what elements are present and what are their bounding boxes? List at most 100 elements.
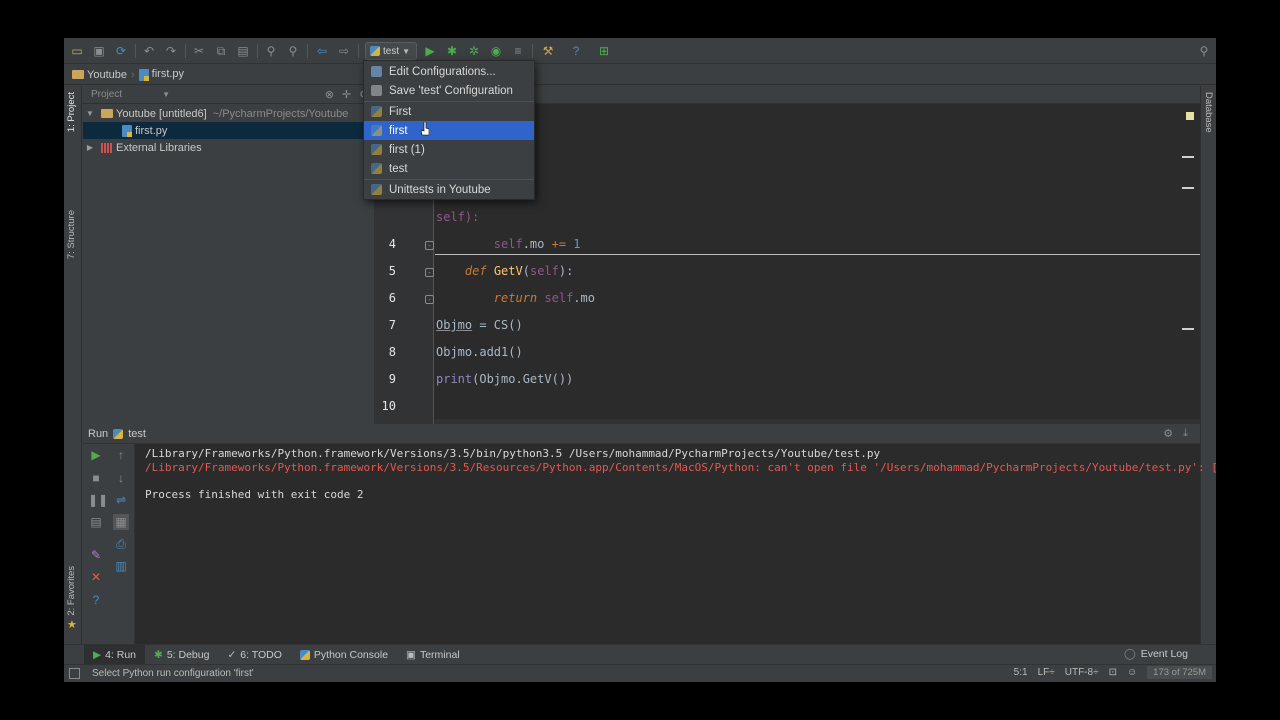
stripe-mark[interactable] (1182, 187, 1194, 189)
line-separator[interactable]: LF÷ (1038, 667, 1055, 678)
debug-icon[interactable]: ✱ (444, 43, 460, 59)
cut-icon[interactable]: ✂ (191, 43, 207, 59)
search-everywhere-icon[interactable]: ⚲ (1196, 43, 1212, 59)
fold-icon[interactable]: - (425, 241, 434, 250)
clear-all-icon[interactable]: ▥ (113, 558, 129, 574)
menu-item-config-test[interactable]: test (364, 159, 534, 178)
status-bar: Select Python run configuration 'first' … (64, 664, 1216, 682)
profile-icon[interactable]: ◉ (488, 43, 504, 59)
memory-indicator[interactable]: 173 of 725M (1147, 666, 1212, 679)
menu-item-edit-configurations[interactable]: Edit Configurations... (364, 62, 534, 81)
save-icon[interactable]: ▣ (91, 43, 107, 59)
project-panel-header: Project ▼ ⊗ ✛ ⚙ (83, 86, 373, 104)
menu-item-config-first-1[interactable]: first (1) (364, 140, 534, 159)
left-tool-stripe: 1: Project 7: Structure 2: Favorites ★ (64, 86, 82, 652)
status-message: Select Python run configuration 'first' (92, 668, 254, 679)
terminal-icon: ▣ (406, 648, 416, 661)
unittest-icon (371, 184, 382, 195)
breadcrumb-file[interactable]: first.py (138, 68, 184, 81)
scroll-down-icon[interactable]: ↓ (113, 470, 129, 486)
edit-config-icon (371, 66, 382, 77)
tab-project[interactable]: 1: Project (66, 92, 77, 132)
settings-icon[interactable]: ⚒ (540, 43, 556, 59)
chevron-down-icon[interactable]: ▼ (162, 90, 170, 99)
scroll-to-end-icon[interactable]: ▦ (113, 514, 129, 530)
tab-structure[interactable]: 7: Structure (66, 210, 77, 259)
breadcrumb-project[interactable]: Youtube (72, 69, 127, 81)
toolbar-separator (307, 44, 308, 58)
code-line-9: print(Objmo.GetV()) (436, 372, 574, 386)
project-root-path: ~/PycharmProjects/Youtube (212, 107, 349, 120)
menu-item-label: Save 'test' Configuration (389, 84, 513, 97)
copy-icon[interactable]: ⧉ (213, 43, 229, 59)
pause-icon[interactable]: ❚❚ (88, 492, 108, 508)
paste-icon[interactable]: ▤ (235, 43, 251, 59)
tab-database[interactable]: Database (1203, 92, 1214, 133)
collapsed-arrow-icon[interactable]: ▶ (83, 143, 97, 152)
open-folder-icon[interactable]: ▭ (69, 43, 85, 59)
stripe-mark[interactable] (1182, 328, 1194, 330)
line-number: 9 (388, 372, 396, 386)
right-tool-stripe: Database (1200, 86, 1216, 652)
stop-icon[interactable]: ■ (88, 470, 104, 486)
tree-row-external-libs[interactable]: ▶ External Libraries (83, 139, 373, 156)
run-panel-config[interactable]: test (128, 428, 146, 440)
bug-icon: ✱ (154, 648, 163, 661)
replace-icon[interactable]: ⚲ (285, 43, 301, 59)
file-encoding[interactable]: UTF-8÷ (1065, 667, 1099, 678)
expand-arrow-icon[interactable]: ▼ (83, 109, 97, 118)
lock-icon[interactable]: ⊡ (1109, 667, 1117, 678)
tab-todo[interactable]: ✓ 6: TODO (218, 645, 290, 665)
help-icon[interactable]: ? (88, 592, 104, 608)
tasks-icon[interactable]: ≡ (510, 43, 526, 59)
tab-python-console[interactable]: Python Console (291, 645, 397, 665)
soft-wrap-icon[interactable]: ⇌ (113, 492, 129, 508)
run-icon[interactable]: ▶ (422, 43, 438, 59)
vcs-icon[interactable]: ⊞ (596, 43, 612, 59)
run-config-selector[interactable]: test ▼ (365, 42, 417, 60)
print-icon[interactable]: ⎙ (113, 536, 129, 552)
help-icon[interactable]: ? (568, 43, 584, 59)
menu-item-label: test (389, 162, 408, 175)
menu-item-config-First[interactable]: First (364, 102, 534, 121)
scroll-up-icon[interactable]: ↑ (113, 447, 129, 463)
tab-run[interactable]: ▶ 4: Run (84, 644, 146, 665)
gear-icon[interactable]: ⚙ (1163, 427, 1173, 440)
run-panel: Run test ⚙ ⤓ ▶ ↑ ■ ↓ ❚❚ ⇌ ▤ ▦ ⎙ ✎ ▥ ✕ ? … (83, 424, 1216, 644)
coverage-icon[interactable]: ✲ (466, 43, 482, 59)
tree-row-file[interactable]: first.py (83, 122, 373, 139)
menu-item-config-unittests[interactable]: Unittests in Youtube (364, 180, 534, 199)
analysis-status-icon[interactable] (1186, 112, 1194, 120)
project-panel-title[interactable]: Project (91, 89, 122, 100)
undo-icon[interactable]: ↶ (141, 43, 157, 59)
back-icon[interactable]: ⇦ (314, 43, 330, 59)
scroll-from-source-icon[interactable]: ✛ (342, 88, 351, 101)
redo-icon[interactable]: ↷ (163, 43, 179, 59)
inspector-icon[interactable]: ☺ (1127, 667, 1137, 678)
restore-layout-icon[interactable]: ▤ (88, 514, 104, 530)
code-fragment: self): (436, 210, 480, 224)
collapse-all-icon[interactable]: ⊗ (325, 88, 334, 101)
fold-icon[interactable]: - (425, 295, 434, 304)
rerun-icon[interactable]: ▶ (88, 447, 104, 463)
python-icon (371, 125, 382, 136)
toggle-tool-windows-icon[interactable] (69, 668, 80, 679)
hide-icon[interactable]: ⤓ (1183, 427, 1188, 440)
event-log-label: Event Log (1140, 648, 1188, 660)
menu-item-save-configuration[interactable]: Save 'test' Configuration (364, 81, 534, 100)
forward-icon[interactable]: ⇨ (336, 43, 352, 59)
tab-favorites[interactable]: 2: Favorites (66, 566, 77, 616)
close-icon[interactable]: ✕ (88, 569, 104, 585)
caret-position[interactable]: 5:1 (1014, 667, 1028, 678)
stripe-mark[interactable] (1182, 156, 1194, 158)
sync-icon[interactable]: ⟳ (113, 43, 129, 59)
fold-icon[interactable]: - (425, 268, 434, 277)
tree-row-project-root[interactable]: ▼ Youtube [untitled6] ~/PycharmProjects/… (83, 105, 373, 122)
tab-event-log[interactable]: ◯ Event Log (1124, 648, 1188, 660)
tab-debug[interactable]: ✱ 5: Debug (145, 645, 218, 665)
menu-item-config-first[interactable]: first (364, 121, 534, 140)
run-toolbar: ▶ ↑ ■ ↓ ❚❚ ⇌ ▤ ▦ ⎙ ✎ ▥ ✕ ? (83, 444, 135, 644)
find-icon[interactable]: ⚲ (263, 43, 279, 59)
pin-icon[interactable]: ✎ (88, 547, 104, 563)
tab-terminal[interactable]: ▣ Terminal (397, 645, 469, 665)
